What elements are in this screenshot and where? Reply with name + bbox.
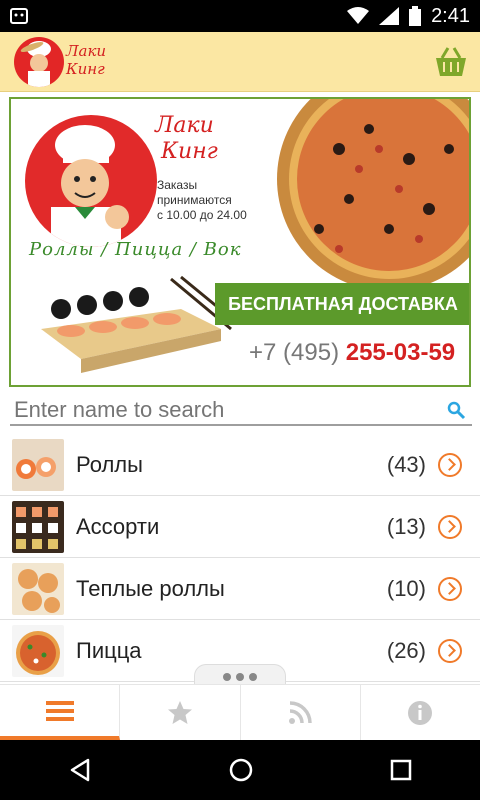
logo-line-2: Кинг (66, 60, 105, 78)
menu-icon (45, 700, 74, 721)
list-item-label: Теплые роллы (76, 576, 225, 601)
free-delivery-badge: БЕСПЛАТНАЯ ДОСТАВКА (215, 283, 469, 325)
category-list: Роллы (43) Ассорти (13) Теплые роллы (10… (0, 434, 480, 682)
status-bar: 2:41 (0, 0, 480, 32)
list-item-assorted[interactable]: Ассорти (13) (0, 496, 480, 558)
basket-icon[interactable] (434, 46, 468, 78)
warm-rolls-thumbnail (12, 563, 64, 615)
brand-line-1: Лаки (155, 113, 214, 138)
chef-illustration (25, 115, 157, 247)
search-input[interactable] (10, 396, 430, 424)
assorted-thumbnail (12, 501, 64, 553)
list-item-count: (10) (386, 576, 426, 601)
logo-icon[interactable] (14, 37, 64, 87)
rolls-thumbnail (12, 439, 64, 491)
system-nav-bar (0, 740, 480, 800)
bottom-tab-bar (0, 684, 480, 740)
logo-line-1: Лаки (66, 42, 107, 60)
app-notification-icon (10, 8, 28, 24)
list-item-label: Роллы (76, 452, 143, 477)
sushi-image (41, 275, 238, 373)
brand-line-2: Кинг (161, 139, 218, 164)
wifi-icon (347, 7, 370, 24)
app-bar: Лаки Кинг (0, 32, 480, 92)
recents-icon[interactable] (390, 759, 412, 781)
rss-icon (289, 700, 312, 724)
more-dot-icon (236, 672, 244, 681)
phone-number: +7 (495) 255-03-59 (249, 339, 455, 367)
more-dot-icon (223, 672, 231, 681)
list-item-count: (26) (386, 638, 426, 663)
banner-categories: Роллы / Пицца / Вок (29, 239, 242, 260)
battery-icon (409, 6, 422, 26)
app-logo-text: Лаки Кинг (66, 42, 106, 78)
phone-digits: 255-03-59 (345, 339, 456, 366)
tab-favorites[interactable] (120, 685, 241, 740)
pizza-image (277, 99, 469, 289)
banner-brand: Лаки Кинг (155, 113, 218, 165)
chevron-right-icon[interactable] (438, 577, 462, 601)
list-item-label: Ассорти (76, 514, 160, 539)
pizza-thumbnail (12, 625, 64, 677)
info-icon (408, 700, 433, 725)
tab-info[interactable] (361, 685, 480, 740)
more-dot-icon (249, 672, 257, 681)
search-icon[interactable] (446, 400, 466, 420)
clock: 2:41 (431, 4, 470, 27)
list-item-count: (13) (386, 514, 426, 539)
list-item-count: (43) (386, 452, 426, 477)
search-bar (10, 396, 472, 426)
promo-banner[interactable]: Лаки Кинг Заказы принимаются с 10.00 до … (9, 97, 471, 387)
list-item-warm-rolls[interactable]: Теплые роллы (10) (0, 558, 480, 620)
phone-prefix: +7 (495) (249, 339, 340, 366)
star-icon (167, 700, 192, 724)
chevron-right-icon[interactable] (438, 515, 462, 539)
tab-menu[interactable] (0, 685, 121, 740)
chevron-right-icon[interactable] (438, 453, 462, 477)
list-item-rolls[interactable]: Роллы (43) (0, 434, 480, 496)
home-icon[interactable] (229, 758, 253, 782)
back-icon[interactable] (68, 758, 92, 782)
signal-icon (379, 7, 400, 25)
list-item-label: Пицца (76, 638, 142, 663)
tab-news[interactable] (241, 685, 361, 740)
chevron-right-icon[interactable] (438, 639, 462, 663)
